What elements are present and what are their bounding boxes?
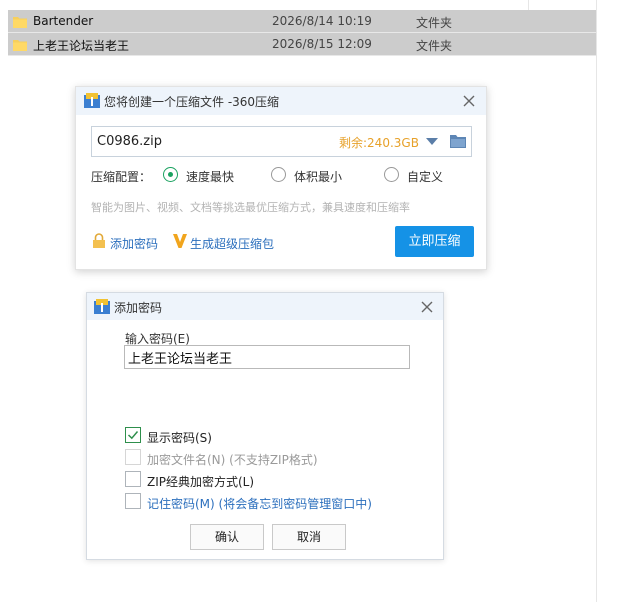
file-date: 2026/8/15 12:09 (272, 37, 372, 51)
file-list: Bartender 2026/8/14 10:19 文件夹 上老王论坛当老王 2… (8, 10, 596, 56)
compress-button[interactable]: 立即压缩 (395, 226, 474, 257)
close-icon[interactable] (418, 298, 436, 316)
super-zip-label[interactable]: 生成超级压缩包 (190, 235, 274, 252)
config-label: 压缩配置： (91, 170, 152, 184)
archive-name[interactable]: C0986.zip (97, 134, 162, 149)
file-name: Bartender (33, 14, 94, 28)
v-badge-icon (173, 234, 187, 248)
add-password-label[interactable]: 添加密码 (110, 235, 158, 252)
file-date: 2026/8/14 10:19 (272, 14, 372, 28)
lock-icon (93, 233, 105, 248)
column-divider (596, 0, 597, 602)
chevron-down-icon[interactable] (426, 138, 438, 145)
checkbox-box[interactable] (125, 471, 141, 487)
dialog-title: 添加密码 (114, 301, 163, 315)
checkbox-label: 加密文件名(N) (不支持ZIP格式) (147, 453, 318, 467)
column-divider (528, 0, 529, 10)
dialog-titlebar[interactable]: 添加密码 (87, 293, 443, 320)
compress-dialog: 您将创建一个压缩文件 -360压缩 C0986.zip 剩余:240.3GB 压… (75, 86, 487, 270)
cancel-button[interactable]: 取消 (272, 524, 346, 550)
checkbox-label[interactable]: 显示密码(S) (147, 429, 212, 446)
folder-icon (13, 17, 27, 28)
folder-icon (13, 40, 27, 51)
dialog-title: 您将创建一个压缩文件 -360压缩 (104, 95, 280, 109)
archive-name-field[interactable]: C0986.zip 剩余:240.3GB (91, 126, 472, 157)
compress-hint: 智能为图片、视频、文档等挑选最优压缩方式，兼具速度和压缩率 (91, 201, 410, 214)
radio-label[interactable]: 体积最小 (294, 168, 342, 185)
checkbox-label[interactable]: 记住密码(M) (将会备忘到密码管理窗口中) (147, 495, 372, 512)
checkbox-box[interactable] (125, 493, 141, 509)
radio-dot[interactable] (163, 167, 178, 182)
zip-app-icon (94, 299, 110, 314)
file-name: 上老王论坛当老王 (33, 39, 130, 53)
checkbox-box (125, 449, 141, 465)
password-dialog: 添加密码 输入密码(E) 显示密码(S) 加密文件名(N) (不支持ZIP格式)… (86, 292, 444, 560)
radio-dot[interactable] (271, 167, 286, 182)
checkbox-box[interactable] (125, 427, 141, 443)
file-type: 文件夹 (416, 16, 453, 30)
browse-folder-icon[interactable] (450, 134, 466, 148)
radio-label[interactable]: 速度最快 (186, 168, 234, 185)
file-row[interactable]: Bartender 2026/8/14 10:19 文件夹 (8, 10, 596, 33)
checkmark-icon (127, 431, 139, 440)
radio-dot[interactable] (384, 167, 399, 182)
dialog-titlebar[interactable]: 您将创建一个压缩文件 -360压缩 (76, 87, 486, 115)
file-type: 文件夹 (416, 39, 453, 53)
checkbox-label[interactable]: ZIP经典加密方式(L) (147, 473, 254, 490)
ok-button[interactable]: 确认 (190, 524, 264, 550)
file-row[interactable]: 上老王论坛当老王 2026/8/15 12:09 文件夹 (8, 33, 596, 56)
zip-app-icon (84, 93, 100, 108)
close-icon[interactable] (460, 92, 478, 110)
free-space: 剩余:240.3GB (339, 136, 419, 150)
radio-label[interactable]: 自定义 (407, 168, 443, 185)
password-input[interactable] (124, 345, 410, 369)
